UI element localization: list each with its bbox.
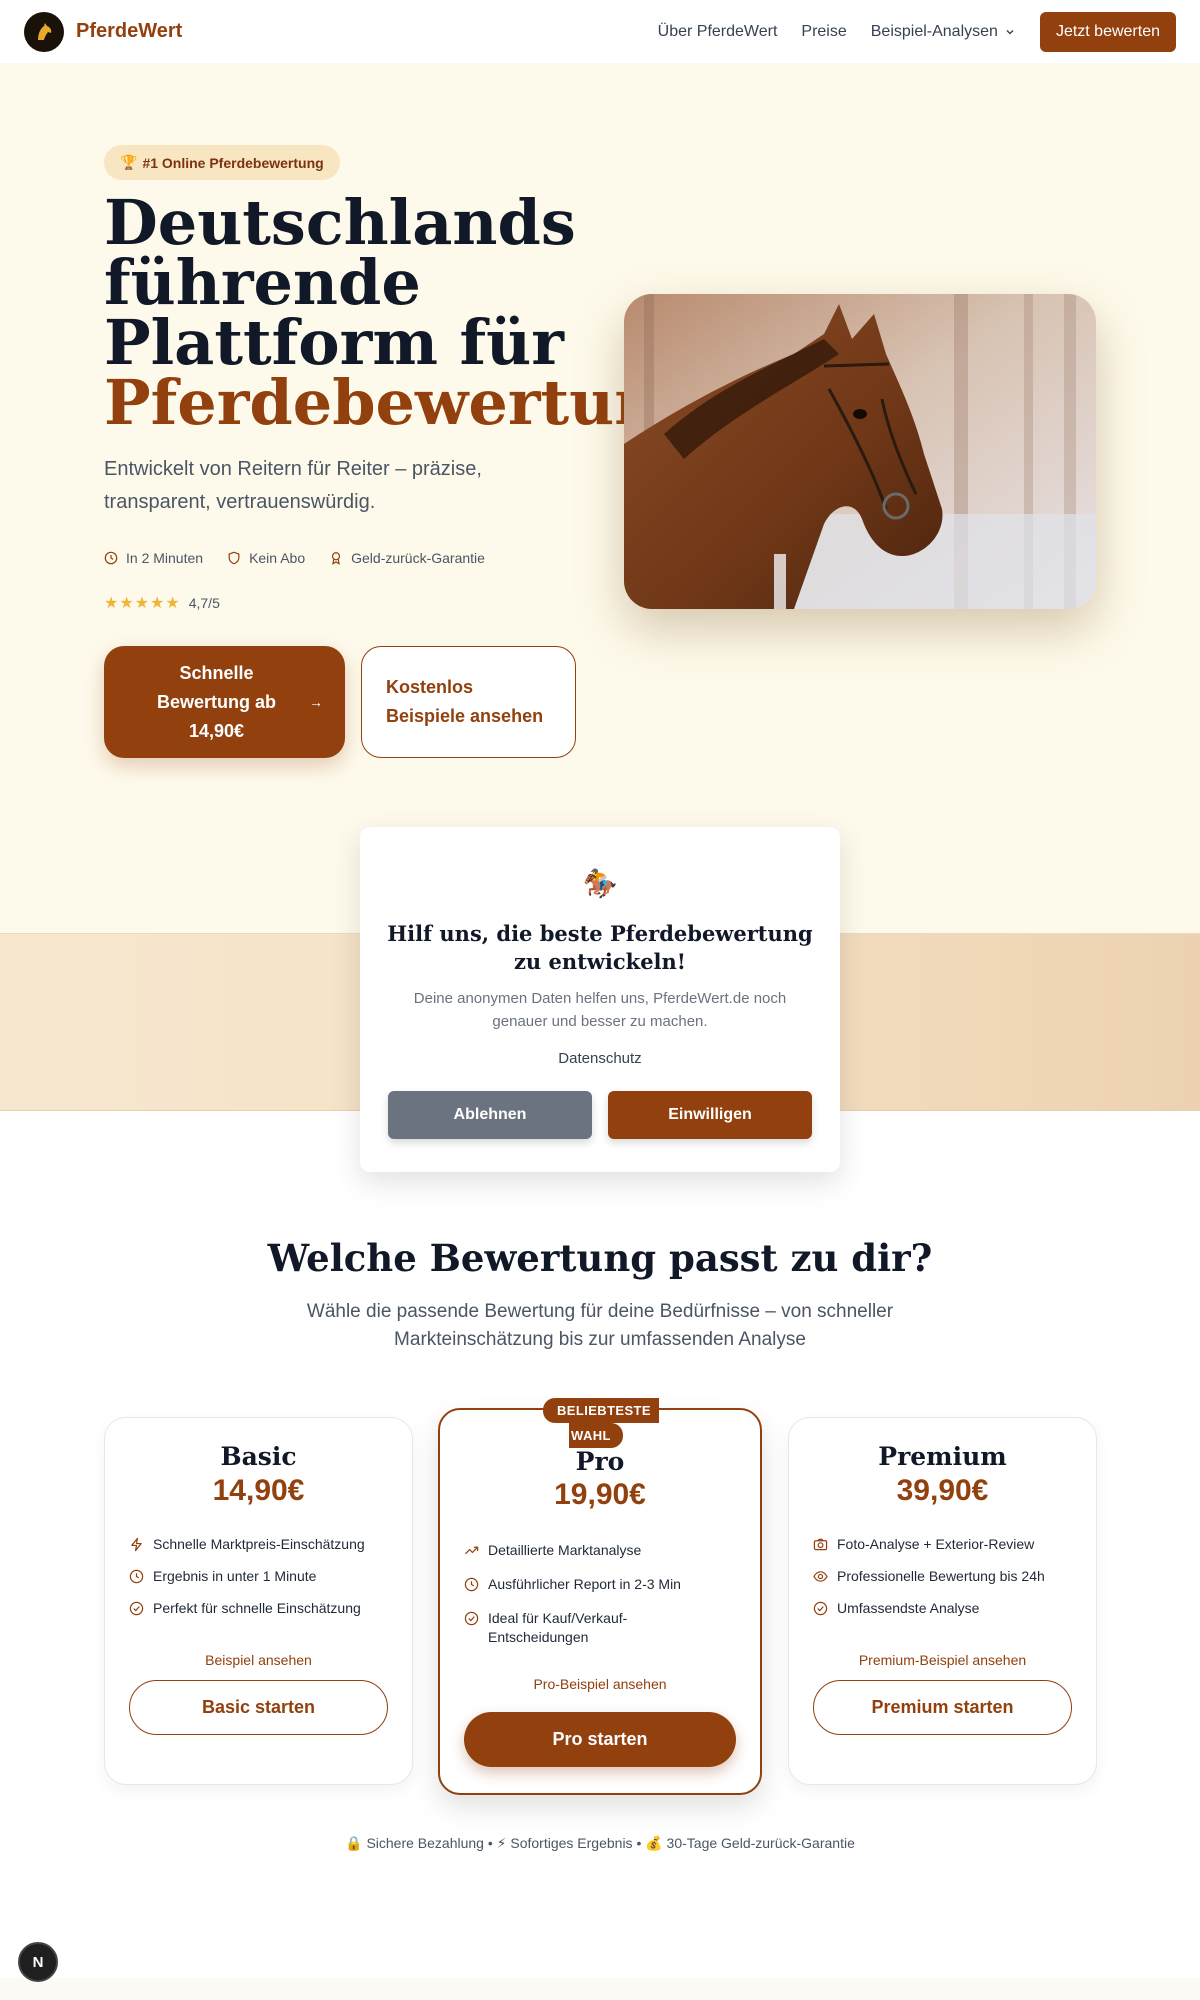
basic-start-button[interactable]: Basic starten [129, 1680, 388, 1735]
popular-badge-line2: WAHL [569, 1423, 623, 1448]
check-circle-icon [129, 1601, 144, 1616]
plan-feature: Ideal für Kauf/Verkauf-Entscheidungen [464, 1609, 644, 1647]
plan-feature: Schnelle Marktpreis-Einschätzung [129, 1535, 392, 1554]
feature-fast: In 2 Minuten [104, 550, 203, 566]
camera-icon [813, 1538, 828, 1551]
popular-badge-line1: BELIEBTESTE [543, 1398, 659, 1423]
plan-feature: Professionelle Bewertung bis 24h [813, 1567, 1076, 1586]
hero-features: In 2 Minuten Kein Abo Geld-zurück-Garant… [104, 550, 509, 566]
quick-valuation-button[interactable]: Schnelle Bewertung ab 14,90€ → [104, 646, 345, 758]
horse-logo-icon[interactable] [24, 11, 64, 52]
plan-features: Foto-Analyse + Exterior-Review Professio… [813, 1535, 1076, 1631]
plan-features: Detaillierte Marktanalyse Ausführlicher … [464, 1541, 740, 1660]
accept-button[interactable]: Einwilligen [608, 1091, 812, 1139]
plan-feature-label: Ausführlicher Report in 2-3 Min [488, 1576, 681, 1592]
nav-link-examples-label: Beispiel-Analysen [870, 22, 998, 40]
plan-feature: Foto-Analyse + Exterior-Review [813, 1535, 1076, 1554]
plan-card-pro: BELIEBTESTE WAHL Pro 19,90€ Detaillierte… [438, 1398, 762, 1795]
consent-title: Hilf uns, die beste Pferdebewertung zu e… [387, 921, 813, 974]
check-circle-icon [813, 1601, 828, 1616]
decline-button[interactable]: Ablehnen [388, 1091, 592, 1139]
premium-start-button[interactable]: Premium starten [813, 1680, 1072, 1735]
pricing-title: Welche Bewertung passt zu dir? [267, 1236, 933, 1280]
plan-feature: Ausführlicher Report in 2-3 Min [464, 1575, 740, 1594]
plan-feature: Detaillierte Marktanalyse [464, 1541, 740, 1560]
nav-links: Über PferdeWert Preise Beispiel-Analysen… [658, 0, 1176, 63]
clock-icon [464, 1577, 479, 1592]
plan-name: Premium [878, 1442, 1007, 1471]
hero-title-line1: Deutschlands [104, 186, 576, 259]
hero-title-accent: Pferdebewertung [104, 366, 703, 439]
plan-name: Basic [220, 1442, 297, 1471]
pro-start-button[interactable]: Pro starten [464, 1712, 736, 1767]
arrow-right-icon: → [309, 693, 323, 710]
hero-title: Deutschlands führende Plattform für Pfer… [104, 186, 703, 439]
rating: ★★★★★ 4,7/5 [104, 593, 220, 613]
feature-guarantee-label: Geld-zurück-Garantie [351, 550, 485, 566]
free-examples-button[interactable]: Kostenlos Beispiele ansehen [361, 646, 576, 758]
hero-title-line3: Plattform für [104, 306, 564, 379]
plan-feature: Perfekt für schnelle Einschätzung [129, 1599, 392, 1618]
trophy-icon: 🏆 [120, 154, 138, 170]
dev-tools-button[interactable]: N [18, 1942, 58, 1982]
plan-price: 19,90€ [554, 1478, 646, 1511]
plan-feature-label: Foto-Analyse + Exterior-Review [837, 1536, 1035, 1552]
consent-dialog: 🏇 Hilf uns, die beste Pferdebewertung zu… [360, 827, 840, 1172]
rating-value: 4,7/5 [188, 595, 220, 611]
plan-features: Schnelle Marktpreis-Einschätzung Ergebni… [129, 1535, 392, 1631]
brand-name[interactable]: PferdeWert [76, 20, 182, 43]
popular-badge: BELIEBTESTE WAHL [543, 1398, 659, 1448]
pro-example-link[interactable]: Pro-Beispiel ansehen [440, 1676, 760, 1692]
plan-card-premium: Premium 39,90€ Foto-Analyse + Exterior-R… [788, 1417, 1097, 1785]
feature-no-subscription: Kein Abo [227, 550, 305, 566]
hero-badge: 🏆 #1 Online Pferdebewertung [104, 145, 340, 180]
quick-valuation-label: Schnelle Bewertung ab 14,90€ [156, 662, 276, 741]
pricing-subtitle: Wähle die passende Bewertung für deine B… [306, 1301, 894, 1350]
eye-icon [813, 1571, 828, 1582]
hero-subtitle: Entwickelt von Reitern für Reiter – präz… [104, 458, 482, 513]
feature-guarantee: Geld-zurück-Garantie [329, 550, 485, 566]
top-navigation: PferdeWert Über PferdeWert Preise Beispi… [0, 0, 1200, 63]
plan-feature-label: Ideal für Kauf/Verkauf-Entscheidungen [488, 1610, 628, 1645]
rating-stars-icon: ★★★★★ [104, 595, 181, 612]
plan-feature-label: Schnelle Marktpreis-Einschätzung [153, 1536, 365, 1552]
basic-example-link[interactable]: Beispiel ansehen [105, 1652, 412, 1668]
clock-icon [129, 1569, 144, 1584]
trust-line: 🔒 Sichere Bezahlung • ⚡ Sofortiges Ergeb… [345, 1835, 855, 1851]
award-icon [332, 552, 341, 565]
plan-feature-label: Umfassendste Analyse [837, 1600, 980, 1616]
plan-price: 39,90€ [896, 1474, 989, 1507]
nav-link-prices[interactable]: Preise [801, 23, 846, 41]
check-circle-icon [464, 1611, 479, 1626]
consent-text: Deine anonymen Daten helfen uns, PferdeW… [413, 990, 787, 1030]
premium-example-link[interactable]: Premium-Beispiel ansehen [789, 1652, 1096, 1668]
plan-feature: Ergebnis in unter 1 Minute [129, 1567, 392, 1586]
plan-price: 14,90€ [212, 1474, 305, 1507]
nav-cta-button[interactable]: Jetzt bewerten [1039, 11, 1176, 52]
chevron-down-icon [1006, 29, 1014, 34]
nav-link-about[interactable]: Über PferdeWert [658, 23, 778, 41]
nav-link-examples[interactable]: Beispiel-Analysen [871, 23, 1016, 41]
horse-photo [624, 294, 1096, 609]
shield-icon [228, 551, 240, 565]
feature-no-subscription-label: Kein Abo [249, 550, 306, 566]
plan-feature-label: Detaillierte Marktanalyse [488, 1542, 642, 1558]
hero-badge-label: #1 Online Pferdebewertung [142, 154, 324, 171]
plan-feature-label: Professionelle Bewertung bis 24h [837, 1568, 1045, 1584]
plan-feature-label: Ergebnis in unter 1 Minute [153, 1568, 317, 1584]
horse-racing-icon: 🏇 [360, 867, 840, 900]
plan-feature: Umfassendste Analyse [813, 1599, 1076, 1618]
hero-title-line2: führende [104, 246, 421, 319]
trending-up-icon [464, 1546, 479, 1555]
plan-feature-label: Perfekt für schnelle Einschätzung [153, 1600, 361, 1616]
zap-icon [131, 1537, 142, 1552]
plan-name: Pro [575, 1447, 625, 1476]
plan-card-basic: Basic 14,90€ Schnelle Marktpreis-Einschä… [104, 1417, 413, 1785]
horse-racing-emoji: 🏇 [582, 868, 618, 899]
footer-strip [0, 1978, 1200, 2000]
privacy-link[interactable]: Datenschutz [360, 1050, 840, 1067]
hero-section: 🏆 #1 Online Pferdebewertung Deutschlands… [0, 63, 1200, 933]
feature-fast-label: In 2 Minuten [126, 550, 204, 566]
clock-icon [104, 551, 118, 565]
